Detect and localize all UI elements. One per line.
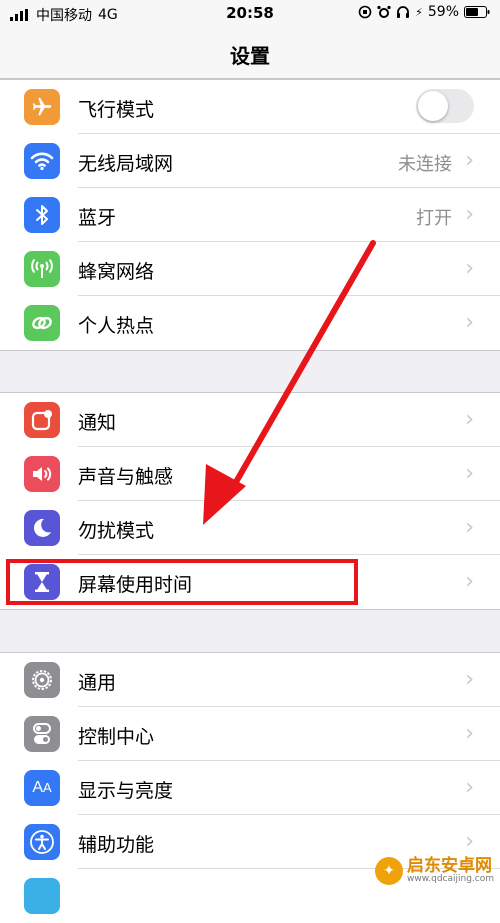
row-label: 通知: [78, 412, 117, 434]
watermark-text: 启东安卓网 www.qdcaijing.com: [407, 858, 494, 884]
airplane-mode-toggle[interactable]: [416, 89, 474, 123]
row-label: 声音与触感: [78, 466, 174, 488]
status-right: ⚡ 59%: [358, 4, 490, 20]
headphones-icon: [397, 6, 410, 18]
chevron-right-icon: ›: [465, 310, 474, 335]
bluetooth-icon: [24, 197, 60, 233]
row-value: 未连接: [398, 154, 452, 175]
row-label: 控制中心: [78, 726, 155, 748]
toggle-knob: [418, 91, 448, 121]
chevron-right-icon: ›: [465, 461, 474, 486]
watermark-logo-icon: ✦: [374, 857, 403, 885]
settings-row-do-not-disturb[interactable]: 勿扰模式 ›: [0, 501, 500, 555]
row-label: 屏幕使用时间: [78, 574, 193, 596]
settings-row-wifi[interactable]: 无线局域网 未连接 ›: [0, 134, 500, 188]
row-label: 个人热点: [78, 315, 155, 337]
row-value: 打开: [416, 208, 452, 229]
alarm-icon: [377, 5, 391, 18]
chevron-right-icon: ›: [465, 721, 474, 746]
sound-icon: [24, 456, 60, 492]
settings-row-display[interactable]: AA 显示与亮度 ›: [0, 761, 500, 815]
chevron-right-icon: ›: [465, 515, 474, 540]
notifications-icon: [24, 402, 60, 438]
settings-row-screen-time[interactable]: 屏幕使用时间 ›: [0, 555, 500, 609]
chevron-right-icon: ›: [465, 569, 474, 594]
chevron-right-icon: ›: [465, 148, 474, 173]
accessibility-icon: [24, 824, 60, 860]
text-size-icon: AA: [24, 770, 60, 806]
settings-row-notifications[interactable]: 通知 ›: [0, 393, 500, 447]
orientation-lock-icon: [358, 5, 372, 19]
chevron-right-icon: ›: [465, 256, 474, 281]
watermark-url: www.qdcaijing.com: [406, 874, 494, 884]
wifi-icon: [24, 143, 60, 179]
settings-row-bluetooth[interactable]: 蓝牙 打开 ›: [0, 188, 500, 242]
battery-percent: 59%: [427, 4, 459, 20]
airplane-icon: [24, 89, 60, 125]
battery-icon: [464, 6, 490, 18]
battery-charge-icon: ⚡: [415, 5, 423, 19]
cellular-icon: [24, 251, 60, 287]
row-label: 通用: [78, 672, 117, 694]
settings-row-airplane-mode: 飞行模式: [0, 80, 500, 134]
settings-row-cellular[interactable]: 蜂窝网络 ›: [0, 242, 500, 296]
chevron-right-icon: ›: [465, 202, 474, 227]
page-title: 设置: [230, 44, 270, 68]
settings-row-control-center[interactable]: 控制中心 ›: [0, 707, 500, 761]
chevron-right-icon: ›: [465, 407, 474, 432]
watermark-title: 启东安卓网: [406, 856, 492, 876]
gear-icon: [24, 662, 60, 698]
wallpaper-icon: [24, 878, 60, 914]
row-label: 勿扰模式: [78, 520, 155, 542]
moon-icon: [24, 510, 60, 546]
settings-row-hotspot[interactable]: 个人热点 ›: [0, 296, 500, 350]
watermark: ✦ 启东安卓网 www.qdcaijing.com: [374, 857, 494, 885]
chevron-right-icon: ›: [465, 775, 474, 800]
row-label: 蜂窝网络: [78, 261, 155, 283]
settings-group-connectivity: 飞行模式 无线局域网 未连接 › 蓝牙 打开 › 蜂窝网络 › 个人热点 ›: [0, 79, 500, 351]
chevron-right-icon: ›: [465, 667, 474, 692]
settings-row-sounds[interactable]: 声音与触感 ›: [0, 447, 500, 501]
chevron-right-icon: ›: [465, 829, 474, 854]
hotspot-icon: [24, 305, 60, 341]
row-label: 蓝牙: [78, 207, 117, 229]
hourglass-icon: [24, 564, 60, 600]
row-label: 辅助功能: [78, 834, 155, 856]
row-label: 飞行模式: [78, 99, 155, 121]
settings-group-notifications: 通知 › 声音与触感 › 勿扰模式 › 屏幕使用时间 ›: [0, 392, 500, 610]
switches-icon: [24, 716, 60, 752]
settings-row-general[interactable]: 通用 ›: [0, 653, 500, 707]
status-bar: 中国移动 4G 20:58 ⚡ 59%: [0, 0, 500, 28]
row-label: 显示与亮度: [78, 780, 174, 802]
row-label: 无线局域网: [78, 153, 174, 175]
navigation-bar: 设置: [0, 28, 500, 79]
